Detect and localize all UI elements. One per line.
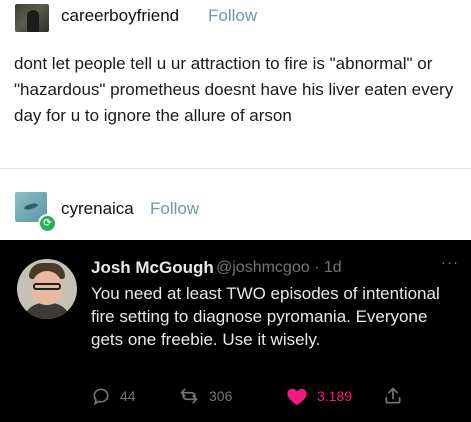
like-count: 3.189 [317,388,353,404]
careerboyfriend-avatar[interactable] [15,4,49,32]
post-body: dont let people tell u ur attraction to … [14,54,454,125]
reblog-follow-button[interactable]: Follow [150,199,199,219]
share-icon [385,387,401,404]
retweet-icon [180,388,198,404]
post-author-username[interactable]: careerboyfriend [61,6,179,26]
tweet-actions: 44 306 3.189 [91,384,461,408]
embedded-tweet: Josh McGough @joshmcgoo · 1d ··· You nee… [0,240,471,422]
divider [0,168,471,169]
follow-button[interactable]: Follow [208,6,257,26]
more-options-icon[interactable]: ··· [441,254,459,271]
tweet-avatar[interactable] [17,259,77,319]
reply-count: 44 [120,388,136,404]
reply-icon [93,388,109,406]
tweet-text: You need at least TWO episodes of intent… [91,284,440,349]
like-button[interactable]: 3.189 [286,384,352,408]
tweet-display-name[interactable]: Josh McGough [91,258,214,278]
reply-button[interactable]: 44 [91,384,136,408]
reblogger-username[interactable]: cyrenaica [61,199,134,219]
retweet-count: 306 [209,388,233,404]
retweet-button[interactable]: 306 [178,384,232,408]
reblog-badge-icon: ⟳ [38,214,57,233]
share-button[interactable] [383,384,403,408]
tweet-handle-time: @joshmcgoo · 1d [216,259,342,276]
tumblr-post: careerboyfriend Follow dont let people t… [0,0,471,168]
heart-icon [287,388,307,406]
